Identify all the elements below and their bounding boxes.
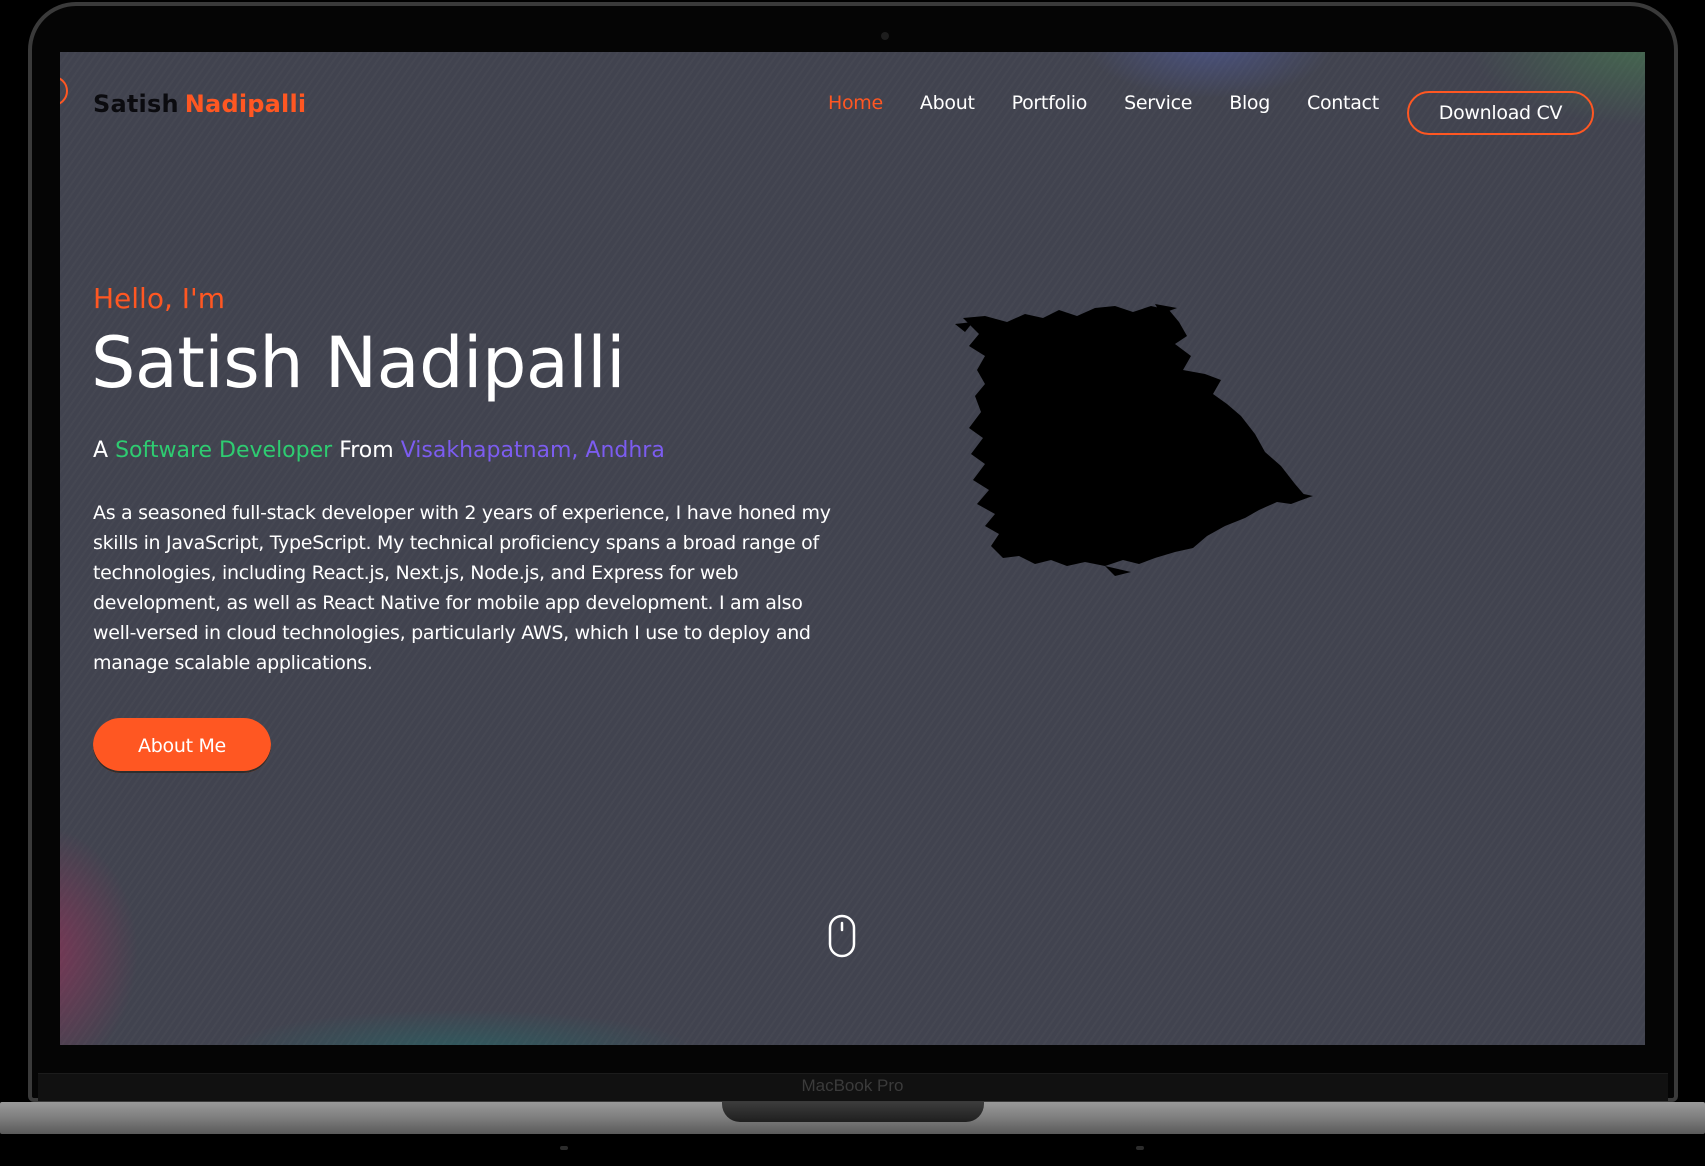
camera-icon xyxy=(881,32,889,40)
laptop-mockup: Satish Nadipalli Home About Portfolio Ser… xyxy=(0,0,1705,1166)
hero-intro-text: As a seasoned full-stack developer with … xyxy=(93,502,831,674)
logo-last-name: Nadipalli xyxy=(184,90,307,118)
site-logo[interactable]: Satish Nadipalli xyxy=(93,90,306,118)
laptop-foot xyxy=(560,1146,568,1150)
laptop-shadow xyxy=(0,1134,1705,1166)
hero-tagline: A Software Developer From Visakhapatnam,… xyxy=(93,438,665,463)
tagline-mid: From xyxy=(339,438,394,463)
tagline-place: Visakhapatnam, Andhra xyxy=(400,438,665,463)
nav-item-service[interactable]: Service xyxy=(1124,92,1192,114)
nav-item-portfolio[interactable]: Portfolio xyxy=(1012,92,1088,114)
hero-name: Satish Nadipalli xyxy=(91,322,626,404)
about-me-button[interactable]: About Me xyxy=(93,718,271,773)
main-navigation: Home About Portfolio Service Blog Contac… xyxy=(828,92,1416,114)
decorative-circle-icon xyxy=(60,76,68,106)
mouse-scroll-icon[interactable] xyxy=(828,914,856,958)
brush-stroke-image xyxy=(955,304,1313,576)
hero-greeting: Hello, I'm xyxy=(93,282,226,315)
nav-item-blog[interactable]: Blog xyxy=(1229,92,1270,114)
nav-item-home[interactable]: Home xyxy=(828,92,883,114)
device-brand-label: MacBook Pro xyxy=(801,1076,904,1095)
tagline-role: Software Developer xyxy=(115,438,333,463)
website-screen: Satish Nadipalli Home About Portfolio Ser… xyxy=(60,52,1645,1045)
nav-item-about[interactable]: About xyxy=(920,92,975,114)
download-cv-button[interactable]: Download CV xyxy=(1407,91,1594,135)
laptop-notch xyxy=(722,1102,984,1122)
tagline-prefix: A xyxy=(93,438,109,463)
laptop-foot xyxy=(1136,1146,1144,1150)
logo-first-name: Satish xyxy=(93,90,179,118)
nav-item-contact[interactable]: Contact xyxy=(1307,92,1379,114)
